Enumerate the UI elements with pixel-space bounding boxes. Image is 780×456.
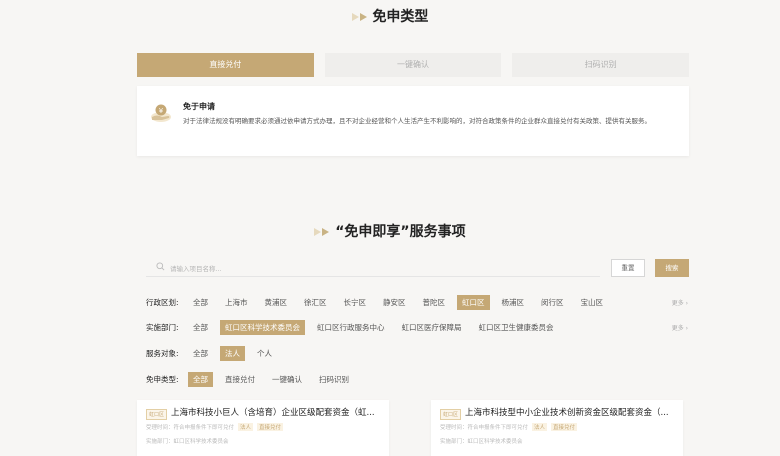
exempt-type-tabs: 直接兑付 一键确认 扫码识别: [137, 53, 690, 77]
section-title-exempt-type: 免申类型: [0, 6, 780, 26]
filter-option[interactable]: 全部: [188, 295, 213, 310]
filter-option[interactable]: 全部: [188, 320, 213, 335]
district-tag: 虹口区: [146, 409, 168, 420]
search-icon: [156, 262, 165, 271]
section-title-services: “免申即享”服务事项: [0, 221, 780, 241]
tab-direct-pay[interactable]: 直接兑付: [137, 53, 314, 77]
tab-one-click-confirm[interactable]: 一键确认: [324, 53, 502, 77]
filter-row-district: 行政区划: 全部 上海市 黄浦区 徐汇区 长宁区 静安区 普陀区 虹口区 杨浦区…: [146, 294, 615, 310]
arrow-decor-icon: [351, 13, 359, 21]
filter-row-target: 服务对象: 全部 法人 个人: [146, 345, 284, 361]
filter-option[interactable]: 虹口区行政服务中心: [312, 320, 390, 335]
filter-option[interactable]: 宝山区: [576, 295, 609, 310]
coin-hand-icon: ¥: [151, 104, 171, 122]
result-time: 受理时间：符合申报条件下即可兑付: [440, 425, 529, 431]
result-meta: 受理时间：符合申报条件下即可兑付 法人 直接兑付: [440, 423, 578, 431]
filter-option[interactable]: 一键确认: [267, 372, 307, 387]
arrow-decor-icon: [314, 228, 322, 236]
filter-option-selected[interactable]: 全部: [188, 371, 213, 387]
result-card[interactable]: 虹口区 上海市科技型中小企业技术创新资金区级配套资金（... 受理时间：符合申报…: [431, 400, 683, 456]
result-department: 实施部门：虹口区科学技术委员会: [440, 439, 523, 445]
result-time: 受理时间：符合申报条件下即可兑付: [146, 425, 235, 431]
target-badge: 法人: [238, 423, 254, 431]
more-districts-link[interactable]: 更多 ›: [672, 298, 688, 307]
filter-option[interactable]: 直接兑付: [220, 372, 260, 387]
description-card: ¥ 免于申请 对于法律法规没有明确要求必须通过依申请方式办理，且不对企业经营和个…: [137, 86, 689, 156]
reset-button[interactable]: 重置: [611, 259, 645, 277]
tab-scan-identify[interactable]: 扫码识别: [512, 53, 690, 77]
filter-option-selected[interactable]: 虹口区: [457, 294, 490, 310]
filter-label: 实施部门:: [146, 322, 179, 332]
arrow-decor-icon: [359, 13, 367, 21]
filter-label: 行政区划:: [146, 297, 179, 307]
filter-option[interactable]: 黄浦区: [260, 295, 293, 310]
filter-option[interactable]: 长宁区: [339, 295, 372, 310]
filter-option[interactable]: 普陀区: [418, 295, 451, 310]
description-title: 免于申请: [183, 102, 215, 111]
filter-option[interactable]: 上海市: [220, 295, 253, 310]
svg-text:¥: ¥: [159, 107, 164, 115]
district-tag: 虹口区: [440, 409, 462, 420]
filter-option-selected[interactable]: 法人: [220, 345, 245, 361]
filter-option[interactable]: 虹口区卫生健康委员会: [474, 320, 559, 335]
section-title-text: “免申即享”服务事项: [335, 224, 466, 240]
filter-row-type: 免申类型: 全部 直接兑付 一键确认 扫码识别: [146, 371, 361, 387]
type-badge: 直接兑付: [257, 423, 284, 431]
result-meta: 受理时间：符合申报条件下即可兑付 法人 直接兑付: [146, 423, 284, 431]
target-badge: 法人: [532, 423, 548, 431]
filter-row-department: 实施部门: 全部 虹口区科学技术委员会 虹口区行政服务中心 虹口区医疗保障局 虹…: [146, 319, 566, 335]
search-input[interactable]: 请输入项目名称...: [146, 259, 600, 277]
result-title[interactable]: 上海市科技型中小企业技术创新资金区级配套资金（...: [465, 406, 669, 418]
filter-option[interactable]: 杨浦区: [497, 295, 530, 310]
filter-option[interactable]: 个人: [252, 346, 277, 361]
result-department: 实施部门：虹口区科学技术委员会: [146, 439, 229, 445]
filter-option[interactable]: 全部: [188, 346, 213, 361]
filter-option-selected[interactable]: 虹口区科学技术委员会: [220, 319, 305, 335]
section-title-text: 免申类型: [372, 9, 429, 25]
result-title[interactable]: 上海市科技小巨人（含培育）企业区级配套资金（虹...: [171, 406, 375, 418]
filter-option[interactable]: 静安区: [378, 295, 411, 310]
filter-option[interactable]: 虹口区医疗保障局: [397, 320, 467, 335]
filter-label: 服务对象:: [146, 348, 179, 358]
search-button[interactable]: 搜索: [655, 259, 689, 277]
description-text: 对于法律法规没有明确要求必须通过依申请方式办理，且不对企业经营和个人生活产生不利…: [183, 117, 651, 125]
filter-option[interactable]: 闵行区: [536, 295, 569, 310]
search-placeholder: 请输入项目名称...: [170, 265, 222, 273]
filter-label: 免申类型:: [146, 374, 179, 384]
more-departments-link[interactable]: 更多 ›: [672, 323, 688, 332]
type-badge: 直接兑付: [551, 423, 578, 431]
filter-option[interactable]: 徐汇区: [299, 295, 332, 310]
result-card[interactable]: 虹口区 上海市科技小巨人（含培育）企业区级配套资金（虹... 受理时间：符合申报…: [137, 400, 389, 456]
arrow-decor-icon: [322, 228, 330, 236]
filter-option[interactable]: 扫码识别: [314, 372, 354, 387]
